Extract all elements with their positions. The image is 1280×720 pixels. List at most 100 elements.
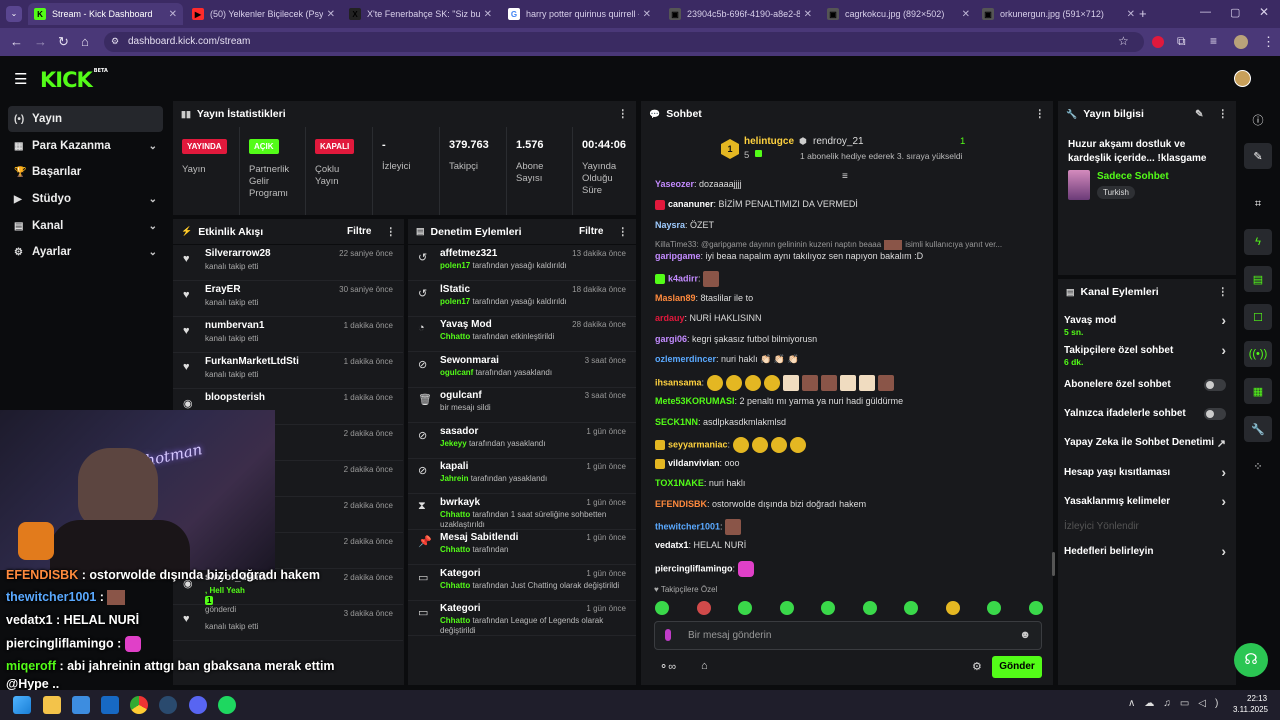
chat-username[interactable]: ardauy: [655, 313, 685, 323]
moderation-menu-icon[interactable]: ⋮: [618, 226, 629, 238]
chat-username[interactable]: EFENDISBK: [655, 499, 707, 509]
rail-edit-icon[interactable]: ✎: [1244, 143, 1272, 169]
moderation-target[interactable]: ogulcanf: [440, 390, 482, 401]
channel-action-hesap-yaşı-kısıtlaması[interactable]: Hesap yaşı kısıtlaması ›: [1064, 464, 1226, 480]
chevron-down-icon[interactable]: ⌄: [149, 141, 157, 152]
channel-action-yapay-zeka-ile-sohbet-denetimi[interactable]: Yapay Zeka ile Sohbet Denetimi ↗: [1064, 437, 1226, 450]
tray-icons[interactable]: ∧☁♫▭◁): [1128, 698, 1227, 709]
quick-emote[interactable]: [696, 601, 711, 615]
moderation-target[interactable]: Sewonmarai: [440, 355, 499, 366]
chat-username[interactable]: piercingliflamingo: [655, 563, 733, 573]
tab-close-icon[interactable]: ✕: [962, 9, 970, 20]
sidebar-item-stüdyo[interactable]: ▶ Stüdyo ⌄: [8, 186, 163, 212]
stats-menu-icon[interactable]: ⋮: [618, 108, 629, 120]
moderator-name[interactable]: Jahrein: [440, 474, 468, 483]
toggle-switch[interactable]: [1204, 379, 1226, 391]
rail-lightning-icon[interactable]: ϟ: [1244, 229, 1272, 255]
back-icon[interactable]: ←: [10, 34, 23, 49]
chat-store-icon[interactable]: ⌂: [701, 660, 708, 672]
chat-message[interactable]: TOX1NAKE: nuri haklı: [655, 478, 745, 488]
activity-username[interactable]: ErayER: [205, 284, 241, 295]
chevron-right-icon[interactable]: ›: [1221, 543, 1226, 559]
chat-settings-icon[interactable]: ⚙: [972, 660, 982, 673]
moderator-name[interactable]: polen17: [440, 261, 470, 270]
clock-date[interactable]: 3.11.2025: [1233, 705, 1268, 714]
moderation-target[interactable]: Mesaj Sabitlendi: [440, 532, 518, 543]
chevron-right-icon[interactable]: ›: [1221, 493, 1226, 509]
toggle-switch[interactable]: [1204, 408, 1226, 420]
outlook-icon[interactable]: [101, 696, 119, 714]
chat-message[interactable]: gargi06: kegri şakasız futbol bilmiyorus…: [655, 334, 817, 344]
chat-username[interactable]: Maslan89: [655, 293, 696, 303]
browser-tab[interactable]: Gharry potter quirinus quirrell - G ✕: [502, 3, 657, 25]
rail-more-icon[interactable]: ⁘: [1244, 453, 1272, 479]
rail-wrench-icon[interactable]: 🔧: [1244, 416, 1272, 442]
hamburger-menu-icon[interactable]: ☰: [14, 70, 27, 88]
chat-username[interactable]: seyyarmaniac: [668, 439, 728, 449]
sidebar-item-ayarlar[interactable]: ⚙ Ayarlar ⌄: [8, 239, 163, 265]
browser-tab[interactable]: ▣ 23904c5b-696f-4190-a8e2-8cb ✕: [663, 3, 818, 25]
chevron-right-icon[interactable]: ›: [1221, 464, 1226, 480]
activity-menu-icon[interactable]: ⋮: [386, 226, 397, 238]
media-control-icon[interactable]: ≡: [1210, 34, 1217, 48]
moderator-name[interactable]: Chhatto: [440, 545, 470, 554]
chat-username[interactable]: ihsansama: [655, 377, 702, 387]
chat-message[interactable]: Maslan89: 8taslilar ile to: [655, 293, 753, 303]
gifter-name[interactable]: rendroy_21: [813, 136, 864, 147]
chat-username[interactable]: gargi06: [655, 334, 687, 344]
chat-username[interactable]: vildanvivian: [668, 458, 720, 468]
chat-username[interactable]: thewitcher1001: [655, 521, 720, 531]
info-menu-icon[interactable]: ⋮: [1218, 108, 1229, 120]
quick-emote[interactable]: [821, 601, 835, 615]
chat-tools-icon[interactable]: ⚬∞: [659, 660, 676, 673]
chat-username[interactable]: garipgame: [655, 251, 701, 261]
chevron-right-icon[interactable]: ›: [1221, 312, 1226, 328]
discord-icon[interactable]: [189, 696, 207, 714]
moderation-target[interactable]: sasador: [440, 426, 478, 437]
reload-icon[interactable]: ↻: [58, 34, 69, 50]
category-name[interactable]: Sadece Sohbet: [1097, 171, 1169, 182]
chat-message[interactable]: Mete53KORUMASI: 2 penaltı mı yarma ya nu…: [655, 396, 903, 406]
tab-close-icon[interactable]: ✕: [327, 9, 335, 20]
chat-username[interactable]: vedatx1: [655, 540, 689, 550]
top-gifter-name[interactable]: helintugce: [744, 136, 794, 147]
windows-start-icon[interactable]: [13, 696, 31, 714]
chat-scrollbar[interactable]: [1052, 552, 1055, 576]
chat-message[interactable]: vildanvivian: ooo: [655, 458, 740, 469]
moderation-target[interactable]: kapali: [440, 461, 468, 472]
tab-search-button[interactable]: ⌄: [6, 6, 22, 22]
tab-close-icon[interactable]: ✕: [484, 9, 492, 20]
chevron-down-icon[interactable]: ⌄: [149, 194, 157, 205]
moderator-name[interactable]: ogulcanf: [440, 368, 473, 377]
site-info-icon[interactable]: ⚙: [111, 36, 119, 47]
channel-action-yalnızca-ifadelerle-sohbet[interactable]: Yalnızca ifadelerle sohbet: [1064, 408, 1226, 420]
file-explorer-icon[interactable]: [43, 696, 61, 714]
edit-icon[interactable]: ✎: [1195, 109, 1203, 120]
reply-preview[interactable]: KillaTime33: @garipgame dayının gelinini…: [655, 240, 1002, 250]
browser-tab[interactable]: K Stream - Kick Dashboard ✕: [28, 3, 183, 25]
browser-tab[interactable]: ▣ cagrkokcu.jpg (892×502) ✕: [821, 3, 976, 25]
chat-message[interactable]: ardauy: NURİ HAKLISINN: [655, 313, 762, 323]
emoji-picker-icon[interactable]: ☻: [1019, 629, 1031, 641]
pinned-expand-icon[interactable]: ≡: [842, 171, 848, 182]
external-link-icon[interactable]: ↗: [1217, 437, 1226, 450]
chat-username[interactable]: Mete53KORUMASI: [655, 396, 735, 406]
home-icon[interactable]: ⌂: [81, 34, 89, 49]
moderation-target[interactable]: Yavaş Mod: [440, 319, 492, 330]
chat-message[interactable]: ihsansama:: [655, 375, 897, 391]
chat-message[interactable]: thewitcher1001:: [655, 519, 744, 535]
moderator-name[interactable]: Chhatto: [440, 510, 470, 519]
chevron-down-icon[interactable]: ⌄: [149, 247, 157, 258]
channel-action-yavaş-mod[interactable]: Yavaş mod 5 sn. ›: [1064, 312, 1226, 337]
rail-screenshot-icon[interactable]: ⌗: [1244, 191, 1272, 217]
channel-action-yasaklanmış-kelimeler[interactable]: Yasaklanmış kelimeler ›: [1064, 493, 1226, 509]
moderation-target[interactable]: Kategori: [440, 603, 481, 614]
moderation-target[interactable]: bwrkayk: [440, 497, 480, 508]
quick-emote[interactable]: [1028, 601, 1043, 615]
forward-icon[interactable]: →: [34, 34, 47, 49]
sidebar-item-kanal[interactable]: ▤ Kanal ⌄: [8, 213, 163, 239]
chat-username[interactable]: ozlemerdincer: [655, 354, 716, 364]
activity-username[interactable]: numbervan1: [205, 320, 264, 331]
rail-broadcast-icon[interactable]: ((•)): [1244, 341, 1272, 367]
quick-emote[interactable]: [904, 601, 918, 615]
